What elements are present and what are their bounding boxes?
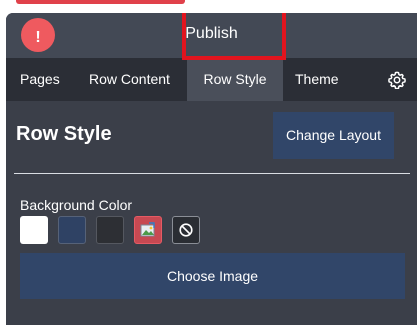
publish-panel: Publish ! Pages Row Content Row Style Th…: [6, 13, 417, 325]
change-layout-button[interactable]: Change Layout: [273, 112, 394, 159]
tab-row-content[interactable]: Row Content: [89, 58, 170, 101]
no-color-icon: [179, 223, 193, 237]
choose-image-button[interactable]: Choose Image: [20, 253, 405, 299]
image-icon: [140, 222, 155, 237]
top-red-strip: [16, 0, 185, 4]
tab-row-style[interactable]: Row Style: [187, 58, 283, 101]
tab-bar: Pages Row Content Row Style Theme: [6, 58, 417, 101]
swatch-white[interactable]: [20, 216, 48, 244]
swatch-none[interactable]: [172, 216, 200, 244]
tab-pages[interactable]: Pages: [20, 58, 60, 101]
section-divider: [14, 173, 410, 174]
swatch-dark[interactable]: [96, 216, 124, 244]
active-tab-highlight: [182, 13, 286, 60]
swatch-navy[interactable]: [58, 216, 86, 244]
swatch-image[interactable]: [134, 216, 162, 244]
gear-icon[interactable]: [388, 71, 406, 89]
section-title: Row Style: [16, 123, 112, 145]
tab-theme[interactable]: Theme: [295, 58, 339, 101]
screen: Publish ! Pages Row Content Row Style Th…: [0, 0, 417, 325]
background-color-label: Background Color: [20, 197, 133, 213]
alert-icon[interactable]: !: [21, 18, 55, 52]
